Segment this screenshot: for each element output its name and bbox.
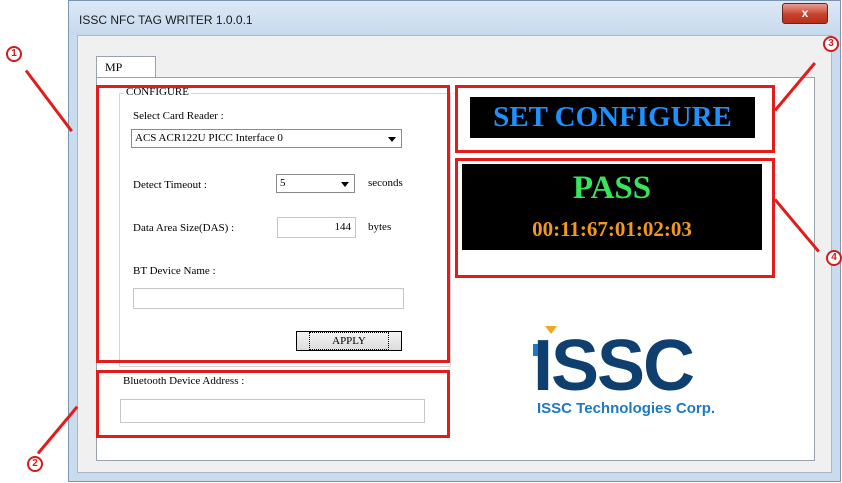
annotation-marker-3: 3 bbox=[823, 36, 839, 52]
annotation-marker-1: 1 bbox=[6, 46, 22, 62]
tab-mp[interactable]: MP bbox=[96, 56, 156, 78]
issc-logo-graphic: ISSC bbox=[533, 326, 696, 406]
logo-tagline: ISSC Technologies Corp. bbox=[537, 400, 716, 417]
annotation-leader-1 bbox=[24, 69, 73, 133]
annotation-box-3 bbox=[455, 85, 775, 153]
annotation-marker-4: 4 bbox=[826, 250, 842, 266]
annotation-marker-2: 2 bbox=[27, 456, 43, 472]
annotation-box-1 bbox=[96, 85, 450, 363]
issc-logo: ISSC ISSC Technologies Corp. bbox=[525, 324, 755, 444]
annotation-box-2 bbox=[96, 370, 450, 438]
svg-text:ISSC: ISSC bbox=[533, 326, 694, 406]
annotation-box-4 bbox=[455, 158, 775, 278]
window-title: ISSC NFC TAG WRITER 1.0.0.1 bbox=[79, 13, 253, 27]
close-button[interactable]: x bbox=[782, 3, 828, 24]
title-bar[interactable]: ISSC NFC TAG WRITER 1.0.0.1 x bbox=[69, 1, 840, 35]
